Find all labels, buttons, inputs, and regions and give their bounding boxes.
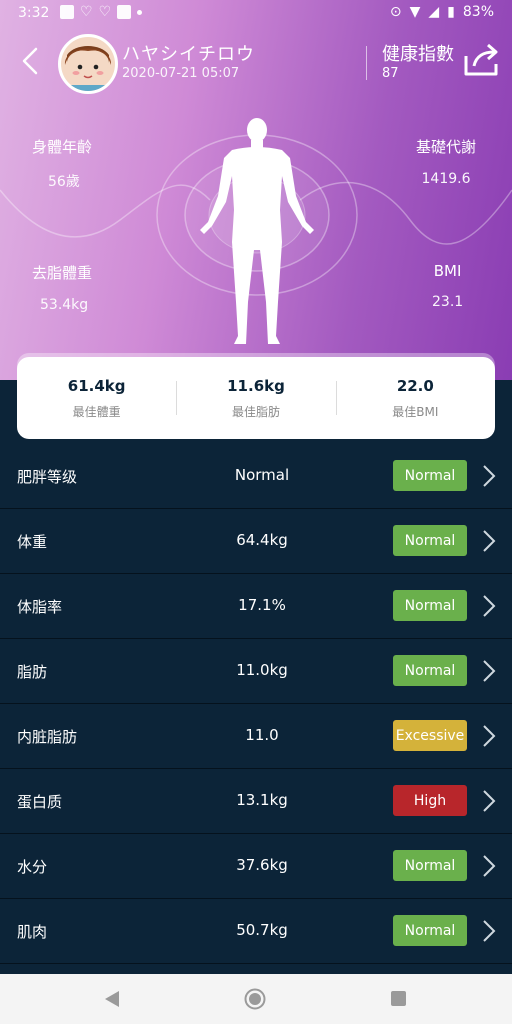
measurement-date: 2020-07-21 05:07	[122, 66, 240, 81]
chevron-right-icon[interactable]	[482, 919, 496, 943]
chevron-right-icon[interactable]	[482, 594, 496, 618]
metric-value: 64.4kg	[236, 531, 288, 549]
avatar[interactable]	[58, 34, 118, 94]
metric-name: 内脏脂肪	[17, 728, 78, 746]
header-hero: 3:32 ♡ ♡ ⊙ ▼ ◢ ▮ 83% ハヤシイチロウ 2020-07-21 …	[0, 0, 512, 380]
youtube-icon	[60, 5, 74, 19]
status-badge: Normal	[393, 655, 467, 686]
lean-mass-value: 53.4kg	[40, 297, 89, 313]
bmi-label: BMI	[433, 262, 462, 280]
list-item[interactable]: 蛋白质 13.1kg High	[0, 769, 512, 834]
body-age-label: 身體年齡	[32, 138, 93, 156]
list-item[interactable]: 内脏脂肪 11.0 Excessive	[0, 704, 512, 769]
ideal-bmi-value: 22.0	[396, 376, 434, 395]
status-badge: Normal	[393, 460, 467, 491]
signal-icon: ◢	[428, 4, 440, 20]
ideal-bmi-label: 最佳BMI	[392, 404, 439, 419]
ideal-bmi: 22.0 最佳BMI	[335, 376, 495, 420]
list-item[interactable]: 脂肪 11.0kg Normal	[0, 639, 512, 704]
chevron-right-icon[interactable]	[482, 659, 496, 683]
bmr-value: 1419.6	[421, 171, 471, 187]
notification-icons: ♡ ♡	[60, 4, 143, 20]
status-badge: Normal	[393, 590, 467, 621]
status-time: 3:32	[18, 5, 50, 21]
list-item[interactable]: 肌肉 50.7kg Normal	[0, 899, 512, 964]
metric-name: 体脂率	[17, 598, 63, 616]
wifi-icon: ▼	[409, 4, 421, 20]
human-body-icon	[200, 118, 314, 344]
lean-mass-label: 去脂體重	[32, 264, 93, 282]
ideal-fat-label: 最佳脂肪	[231, 404, 280, 419]
list-item[interactable]: 体脂率 17.1% Normal	[0, 574, 512, 639]
chevron-right-icon[interactable]	[482, 724, 496, 748]
metric-name: 蛋白质	[17, 793, 63, 811]
ideal-weight-label: 最佳體重	[72, 404, 121, 419]
avatar-face-icon	[61, 37, 115, 91]
list-item[interactable]: 肥胖等级 Normal Normal	[0, 444, 512, 509]
ideal-fat: 11.6kg 最佳脂肪	[176, 377, 335, 420]
metric-value: 17.1%	[238, 596, 286, 614]
body-age-value: 56歲	[48, 174, 80, 190]
chevron-right-icon[interactable]	[482, 464, 496, 488]
status-badge: Normal	[393, 915, 467, 946]
header-divider	[366, 46, 367, 80]
bmr-label: 基礎代謝	[416, 138, 477, 156]
metric-value: 50.7kg	[236, 921, 288, 939]
nav-recents-icon[interactable]	[391, 991, 406, 1006]
metric-value: Normal	[234, 466, 290, 484]
system-nav-bar	[0, 974, 512, 1024]
health-score-value: 87	[382, 66, 399, 81]
body-metrics-list: 肥胖等级 Normal Normal 体重 64.4kg Normal 体脂率 …	[0, 444, 512, 964]
metric-name: 肥胖等级	[17, 468, 78, 486]
system-icons: ⊙ ▼ ◢ ▮ 83%	[390, 4, 494, 20]
chevron-right-icon[interactable]	[482, 529, 496, 553]
status-badge: Normal	[393, 850, 467, 881]
metric-value: 37.6kg	[236, 856, 288, 874]
metric-name: 脂肪	[17, 663, 48, 681]
status-badge: Excessive	[393, 720, 467, 751]
chevron-right-icon[interactable]	[482, 789, 496, 813]
status-badge: High	[393, 785, 467, 816]
heart-icon: ♡	[80, 4, 93, 20]
list-item[interactable]: 体重 64.4kg Normal	[0, 509, 512, 574]
metric-name: 水分	[17, 858, 48, 876]
ideal-weight: 61.4kg 最佳體重	[17, 377, 176, 420]
app-icon	[117, 5, 132, 19]
bmr-metric: 基礎代謝 1419.6	[416, 136, 476, 187]
chevron-right-icon[interactable]	[482, 854, 496, 878]
body-age-metric: 身體年齡 56歲	[32, 136, 92, 191]
back-arrow-icon[interactable]	[18, 46, 44, 76]
metric-name: 肌肉	[17, 923, 48, 941]
ideal-fat-value: 11.6kg	[227, 376, 285, 395]
bmi-metric: BMI 23.1	[432, 262, 463, 310]
health-score-label: 健康指數	[382, 44, 454, 65]
battery-level: 83%	[462, 4, 494, 20]
status-bar: 3:32 ♡ ♡ ⊙ ▼ ◢ ▮ 83%	[0, 0, 512, 28]
metric-value: 13.1kg	[236, 791, 288, 809]
metric-name: 体重	[17, 533, 48, 551]
ideal-weight-value: 61.4kg	[67, 376, 126, 395]
heart-icon: ♡	[98, 4, 112, 20]
share-icon[interactable]	[462, 42, 502, 78]
metric-value: 11.0	[245, 726, 279, 744]
battery-icon: ▮	[447, 4, 455, 20]
user-name: ハヤシイチロウ	[122, 44, 255, 65]
nav-back-icon[interactable]	[103, 990, 121, 1008]
alarm-icon: ⊙	[389, 4, 402, 20]
ideal-values-card: 61.4kg 最佳體重 11.6kg 最佳脂肪 22.0 最佳BMI	[17, 357, 495, 439]
nav-home-icon[interactable]	[244, 988, 266, 1010]
more-dot-icon	[137, 9, 143, 15]
list-item[interactable]: 水分 37.6kg Normal	[0, 834, 512, 899]
lean-mass-metric: 去脂體重 53.4kg	[32, 262, 92, 313]
bmi-value: 23.1	[432, 294, 464, 310]
status-badge: Normal	[393, 525, 467, 556]
metric-value: 11.0kg	[236, 661, 288, 679]
